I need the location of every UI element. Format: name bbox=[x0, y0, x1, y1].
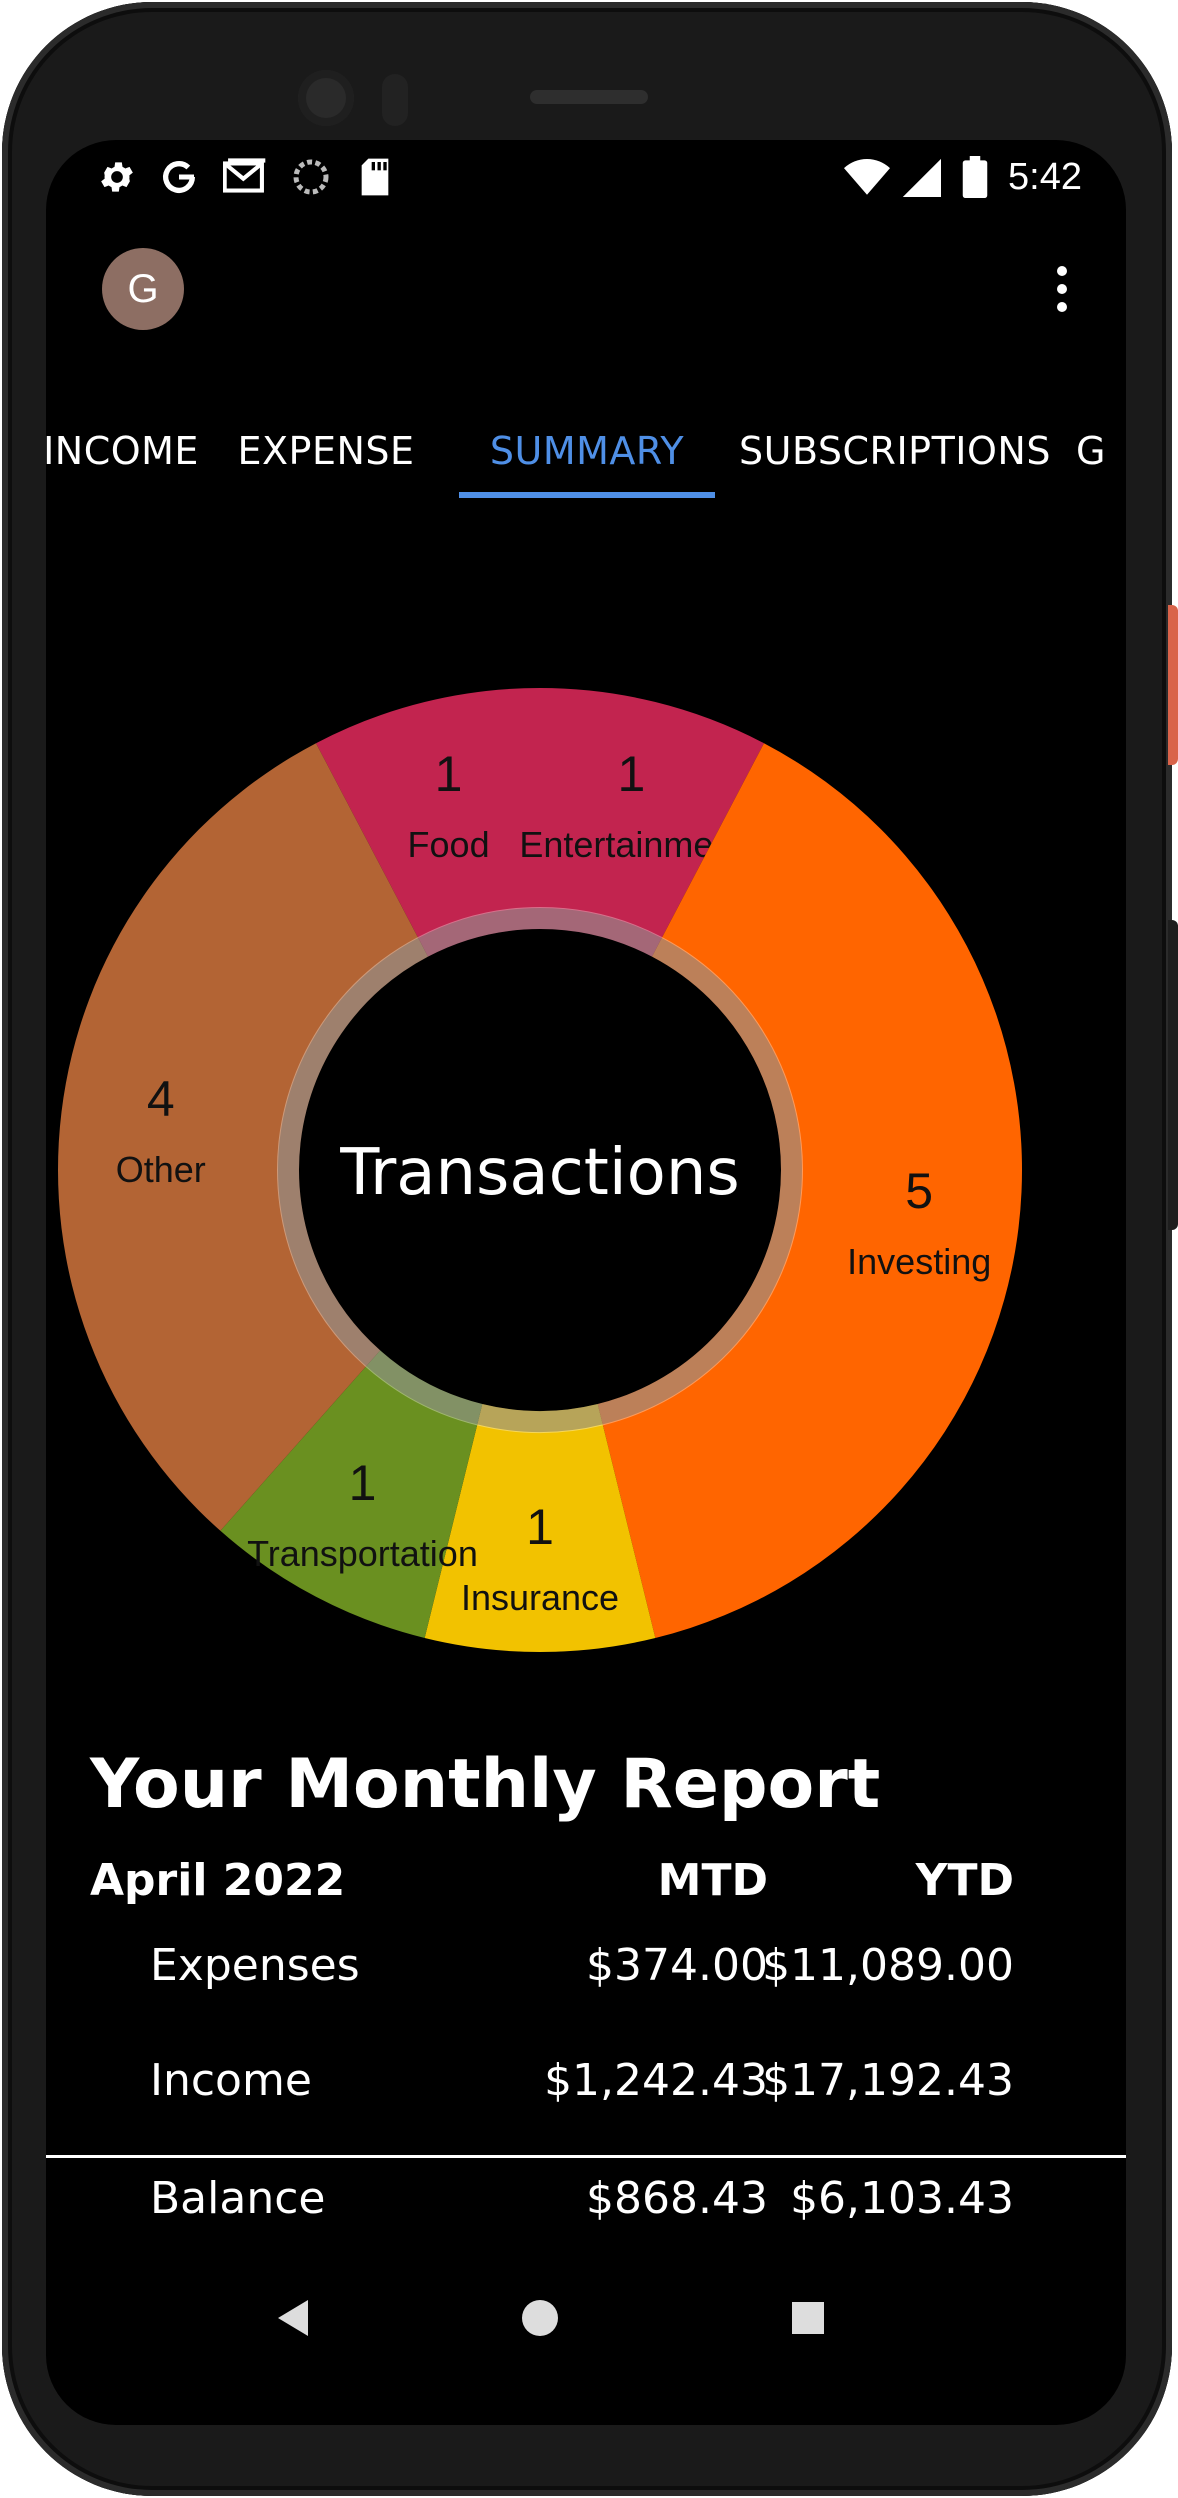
value-label-other: 4 bbox=[147, 1071, 175, 1127]
tab-subscriptions[interactable]: SUBSCRIPTIONS bbox=[739, 402, 1050, 500]
more-vert-icon[interactable] bbox=[1042, 258, 1082, 322]
home-icon[interactable] bbox=[522, 2300, 558, 2336]
tab-indicator bbox=[459, 492, 715, 498]
category-label-other: Other bbox=[116, 1149, 206, 1190]
sensor-icon bbox=[382, 74, 408, 126]
expenses-ytd: $11,089.00 bbox=[762, 1940, 1014, 1991]
power-button bbox=[1168, 605, 1178, 765]
tab-income[interactable]: INCOME bbox=[46, 402, 198, 500]
income-row: Income $1,242.43 $17,192.43 bbox=[46, 2055, 1126, 2135]
ytd-header: YTD bbox=[915, 1855, 1014, 1906]
expenses-row: Expenses $374.00 $11,089.00 bbox=[46, 1940, 1126, 2020]
ring-highlight-insurance bbox=[477, 1403, 603, 1433]
gmail-icon bbox=[222, 154, 268, 200]
system-nav-bar bbox=[46, 2280, 1126, 2380]
sd-card-icon bbox=[352, 154, 398, 200]
value-label-entertainment: 1 bbox=[618, 746, 646, 802]
avatar-letter: G bbox=[127, 266, 159, 311]
loading-icon bbox=[288, 154, 334, 200]
tab-bar: INCOME EXPENSE SUMMARY SUBSCRIPTIONS G bbox=[46, 402, 1126, 500]
status-bar: 5:42 bbox=[46, 140, 1126, 220]
gear-icon bbox=[94, 154, 140, 200]
tab-g[interactable]: G bbox=[1076, 402, 1126, 500]
value-label-investing: 5 bbox=[905, 1163, 933, 1219]
screen: 5:42 G INCOME EXPENSE SUMMARY SUBSCRIPTI… bbox=[46, 140, 1126, 2425]
income-ytd: $17,192.43 bbox=[762, 2055, 1014, 2106]
back-icon[interactable] bbox=[278, 2300, 308, 2336]
report-title: Your Monthly Report bbox=[90, 1745, 881, 1824]
clock: 5:42 bbox=[1008, 156, 1082, 198]
chart-center-title: Transactions bbox=[339, 1136, 739, 1210]
value-label-insurance: 1 bbox=[526, 1499, 554, 1555]
value-label-transportation: 1 bbox=[349, 1455, 377, 1511]
donut-svg: 1Food1Entertainment5Investing1Insurance1… bbox=[57, 688, 1023, 1652]
expenses-mtd: $374.00 bbox=[586, 1940, 768, 1991]
category-label-investing: Investing bbox=[847, 1241, 991, 1282]
income-label: Income bbox=[150, 2055, 312, 2106]
tab-expense[interactable]: EXPENSE bbox=[230, 402, 422, 500]
recents-icon[interactable] bbox=[792, 2302, 824, 2334]
avatar[interactable]: G bbox=[102, 248, 184, 330]
category-label-transportation: Transportation bbox=[247, 1533, 478, 1574]
balance-divider bbox=[46, 2155, 1126, 2158]
volume-button bbox=[1168, 920, 1178, 1230]
tab-summary[interactable]: SUMMARY bbox=[459, 402, 715, 500]
camera-icon bbox=[298, 70, 354, 126]
transactions-donut-chart: 1 Food 1 Entertainment 5 Investing 1 Insurance 1… bbox=[46, 600, 1126, 1820]
report-period: April 2022 bbox=[90, 1855, 346, 1906]
google-icon bbox=[156, 154, 202, 200]
balance-mtd: $868.43 bbox=[586, 2173, 768, 2224]
balance-ytd: $6,103.43 bbox=[790, 2173, 1014, 2224]
report-header-row: April 2022 MTD YTD bbox=[46, 1855, 1126, 1935]
balance-row: Balance $868.43 $6,103.43 bbox=[46, 2173, 1126, 2253]
category-label-food: Food bbox=[408, 824, 490, 865]
expenses-label: Expenses bbox=[150, 1940, 360, 1991]
category-label-insurance: Insurance bbox=[461, 1577, 619, 1618]
battery-icon bbox=[952, 154, 998, 200]
balance-label: Balance bbox=[150, 2173, 326, 2224]
income-mtd: $1,242.43 bbox=[544, 2055, 768, 2106]
speaker-grille bbox=[530, 90, 648, 104]
cell-signal-icon bbox=[898, 154, 944, 200]
wifi-icon bbox=[844, 154, 890, 200]
mtd-header: MTD bbox=[657, 1855, 768, 1906]
value-label-food: 1 bbox=[435, 746, 463, 802]
